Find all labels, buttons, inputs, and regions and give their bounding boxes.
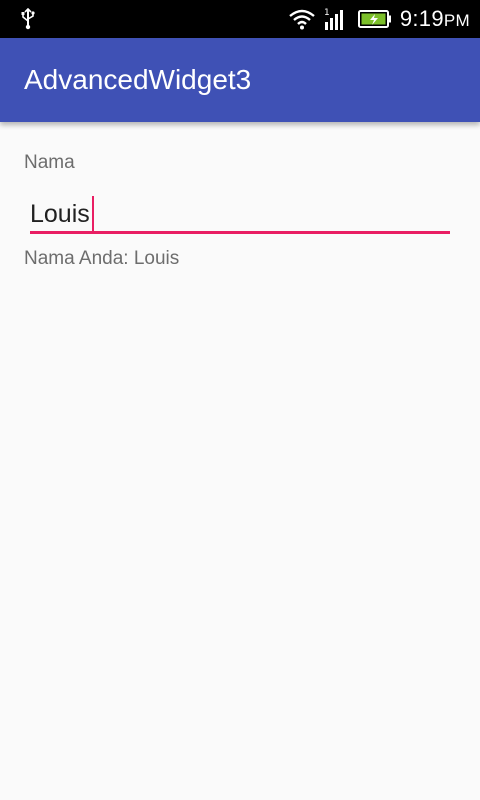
clock-ampm: PM <box>443 11 470 30</box>
name-input-value[interactable]: Louis <box>30 200 90 229</box>
battery-charging-icon <box>357 9 392 29</box>
name-result-text: Nama Anda: Louis <box>24 248 180 269</box>
text-cursor <box>91 196 94 232</box>
clock-time: 9:19 <box>399 6 444 31</box>
status-clock: 9:19PM <box>400 6 470 32</box>
status-bar: 1 9:19PM <box>0 0 480 38</box>
name-input[interactable]: Louis <box>30 190 450 234</box>
main-content: Nama Louis Nama Anda: Louis <box>0 122 480 800</box>
app-title: AdvancedWidget3 <box>24 64 252 95</box>
app-bar: AdvancedWidget3 <box>0 38 480 122</box>
signal-icon: 1 <box>324 7 348 31</box>
signal-sim-label: 1 <box>324 8 330 18</box>
wifi-icon <box>288 8 316 30</box>
name-input-value-wrapper[interactable]: Louis <box>30 196 94 232</box>
usb-icon <box>18 7 38 30</box>
name-label: Nama <box>24 152 75 173</box>
